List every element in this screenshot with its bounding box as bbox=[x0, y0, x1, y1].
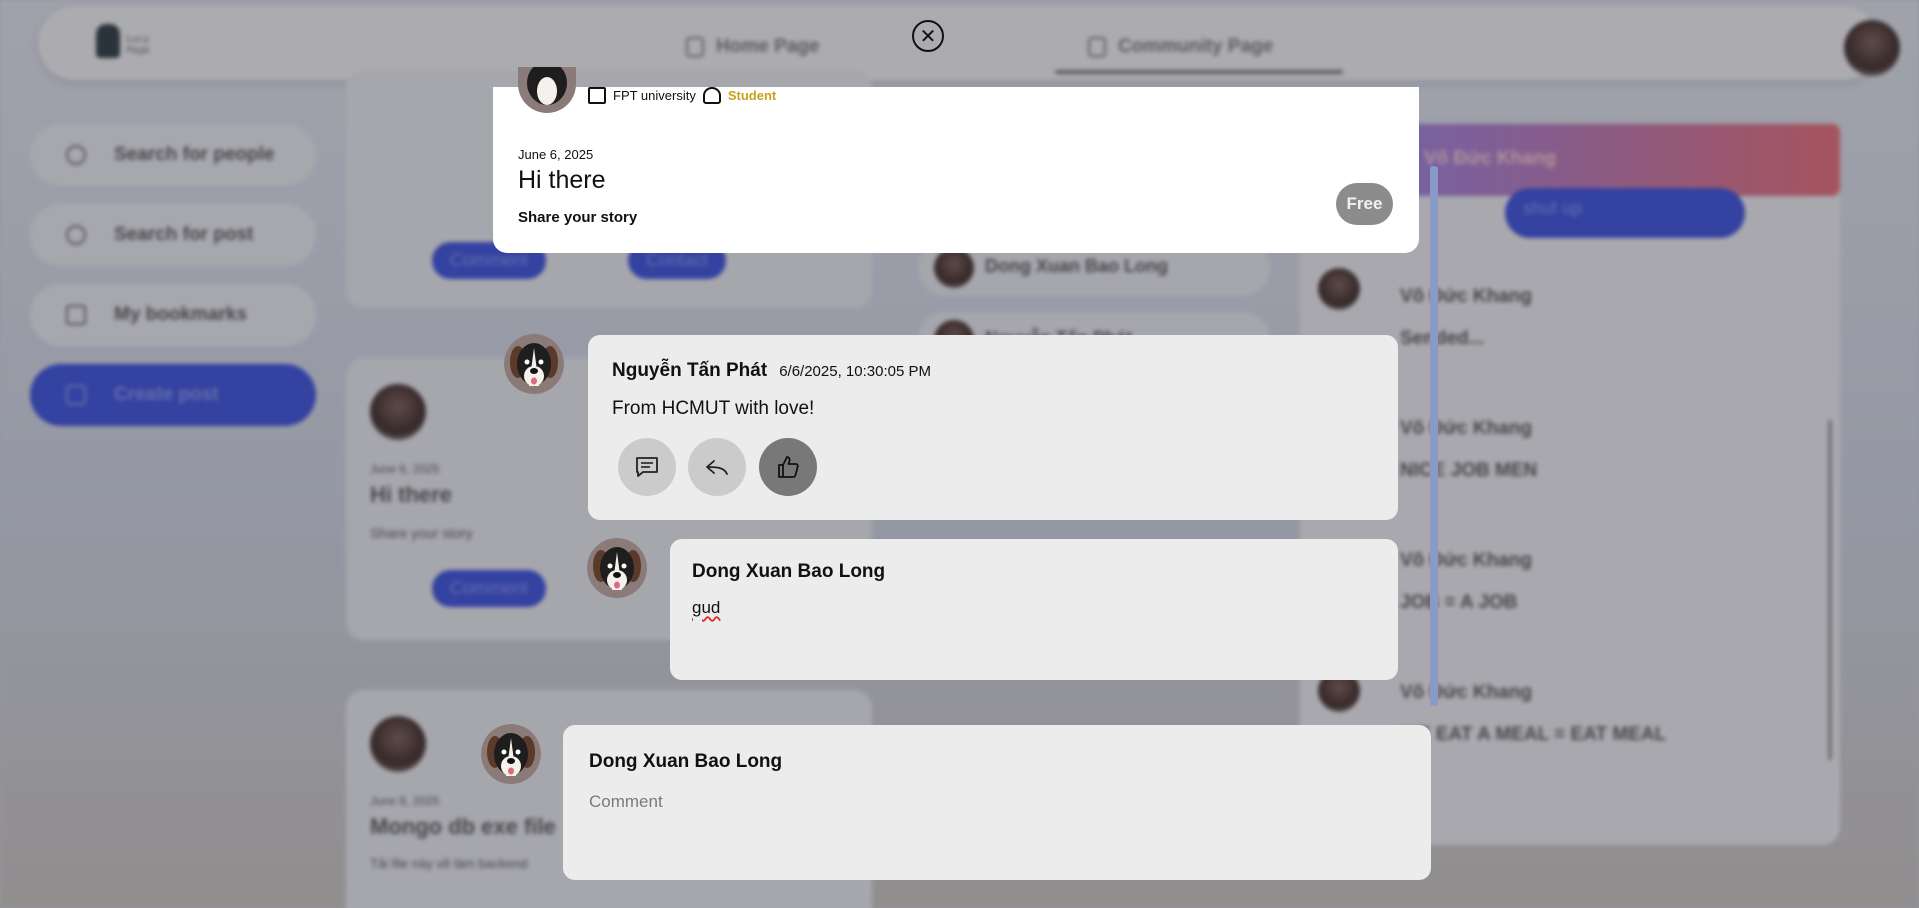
chat-bubble-icon bbox=[636, 457, 658, 477]
comment-text: gud bbox=[692, 598, 721, 617]
close-modal-button[interactable]: ✕ bbox=[912, 20, 944, 52]
thumbs-up-icon bbox=[778, 456, 799, 478]
post-university: FPT university bbox=[613, 88, 696, 103]
comment-author: Dong Xuan Bao Long bbox=[692, 561, 886, 582]
building-icon bbox=[588, 87, 606, 104]
comment-author-avatar[interactable] bbox=[587, 538, 647, 598]
comment-author-avatar[interactable] bbox=[504, 334, 564, 394]
comment-timestamp: 6/6/2025, 10:30:05 PM bbox=[779, 363, 931, 380]
comment-card: Nguyễn Tấn Phát 6/6/2025, 10:30:05 PM Fro… bbox=[588, 335, 1398, 520]
post-date: June 6, 2025 bbox=[518, 147, 594, 162]
post-card: FPT university Student June 6, 2025 Hi t… bbox=[493, 67, 1419, 253]
post-role: Student bbox=[727, 88, 777, 103]
comment-composer: Dong Xuan Bao Long Comment bbox=[563, 725, 1431, 880]
reply-arrow-icon bbox=[706, 460, 728, 475]
post-author-avatar[interactable] bbox=[518, 67, 576, 113]
price-badge: Free bbox=[1336, 183, 1393, 225]
post-body: Share your story bbox=[518, 209, 638, 226]
composer-author: Dong Xuan Bao Long bbox=[589, 751, 783, 772]
comment-text: From HCMUT with love! bbox=[612, 398, 815, 419]
comment-author-line: Nguyễn Tấn Phát 6/6/2025, 10:30:05 PM bbox=[612, 360, 931, 382]
reply-card: Dong Xuan Bao Long gud bbox=[670, 539, 1398, 680]
comment-input[interactable]: Comment bbox=[589, 792, 663, 812]
graduation-cap-icon bbox=[702, 87, 721, 104]
like-button[interactable] bbox=[759, 438, 817, 496]
modal-scrollbar[interactable] bbox=[1430, 166, 1438, 706]
reply-back-button[interactable] bbox=[688, 438, 746, 496]
close-icon: ✕ bbox=[919, 24, 937, 48]
comment-author: Nguyễn Tấn Phát bbox=[612, 360, 768, 381]
reply-comment-button[interactable] bbox=[618, 438, 676, 496]
composer-avatar bbox=[481, 724, 541, 784]
post-meta: FPT university Student bbox=[588, 87, 776, 104]
post-title: Hi there bbox=[518, 166, 606, 194]
